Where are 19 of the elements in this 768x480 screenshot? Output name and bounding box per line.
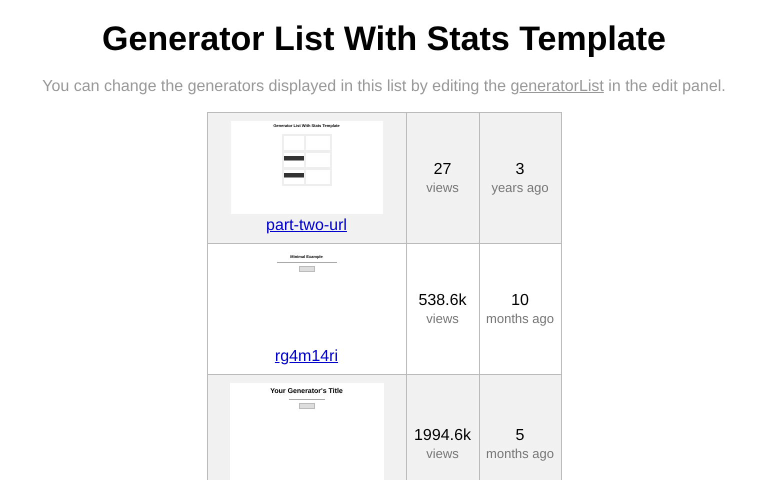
views-count: 538.6k [417, 291, 468, 311]
age-label: months ago [485, 446, 555, 462]
age-value: 10 [510, 291, 530, 311]
views-label: views [425, 446, 460, 462]
age-value: 5 [514, 426, 526, 446]
views-label: views [425, 180, 460, 196]
age-label: months ago [485, 311, 555, 327]
views-label: views [425, 311, 460, 327]
views-count: 27 [432, 160, 452, 180]
preview-table-drawing [282, 134, 332, 186]
age-value: 3 [514, 160, 526, 180]
page-title: Generator List With Stats Template [102, 20, 666, 58]
generator-link[interactable]: rg4m14ri [274, 347, 338, 367]
preview-text-line [288, 399, 324, 400]
intro-text: You can change the generators displayed in this list by editing the generatorList in the edit panel. [42, 78, 726, 96]
generator-link[interactable]: part-two-url [266, 216, 347, 236]
preview-text-line [276, 262, 336, 263]
age-label: years ago [490, 180, 550, 196]
views-count: 1994.6k [413, 426, 472, 446]
